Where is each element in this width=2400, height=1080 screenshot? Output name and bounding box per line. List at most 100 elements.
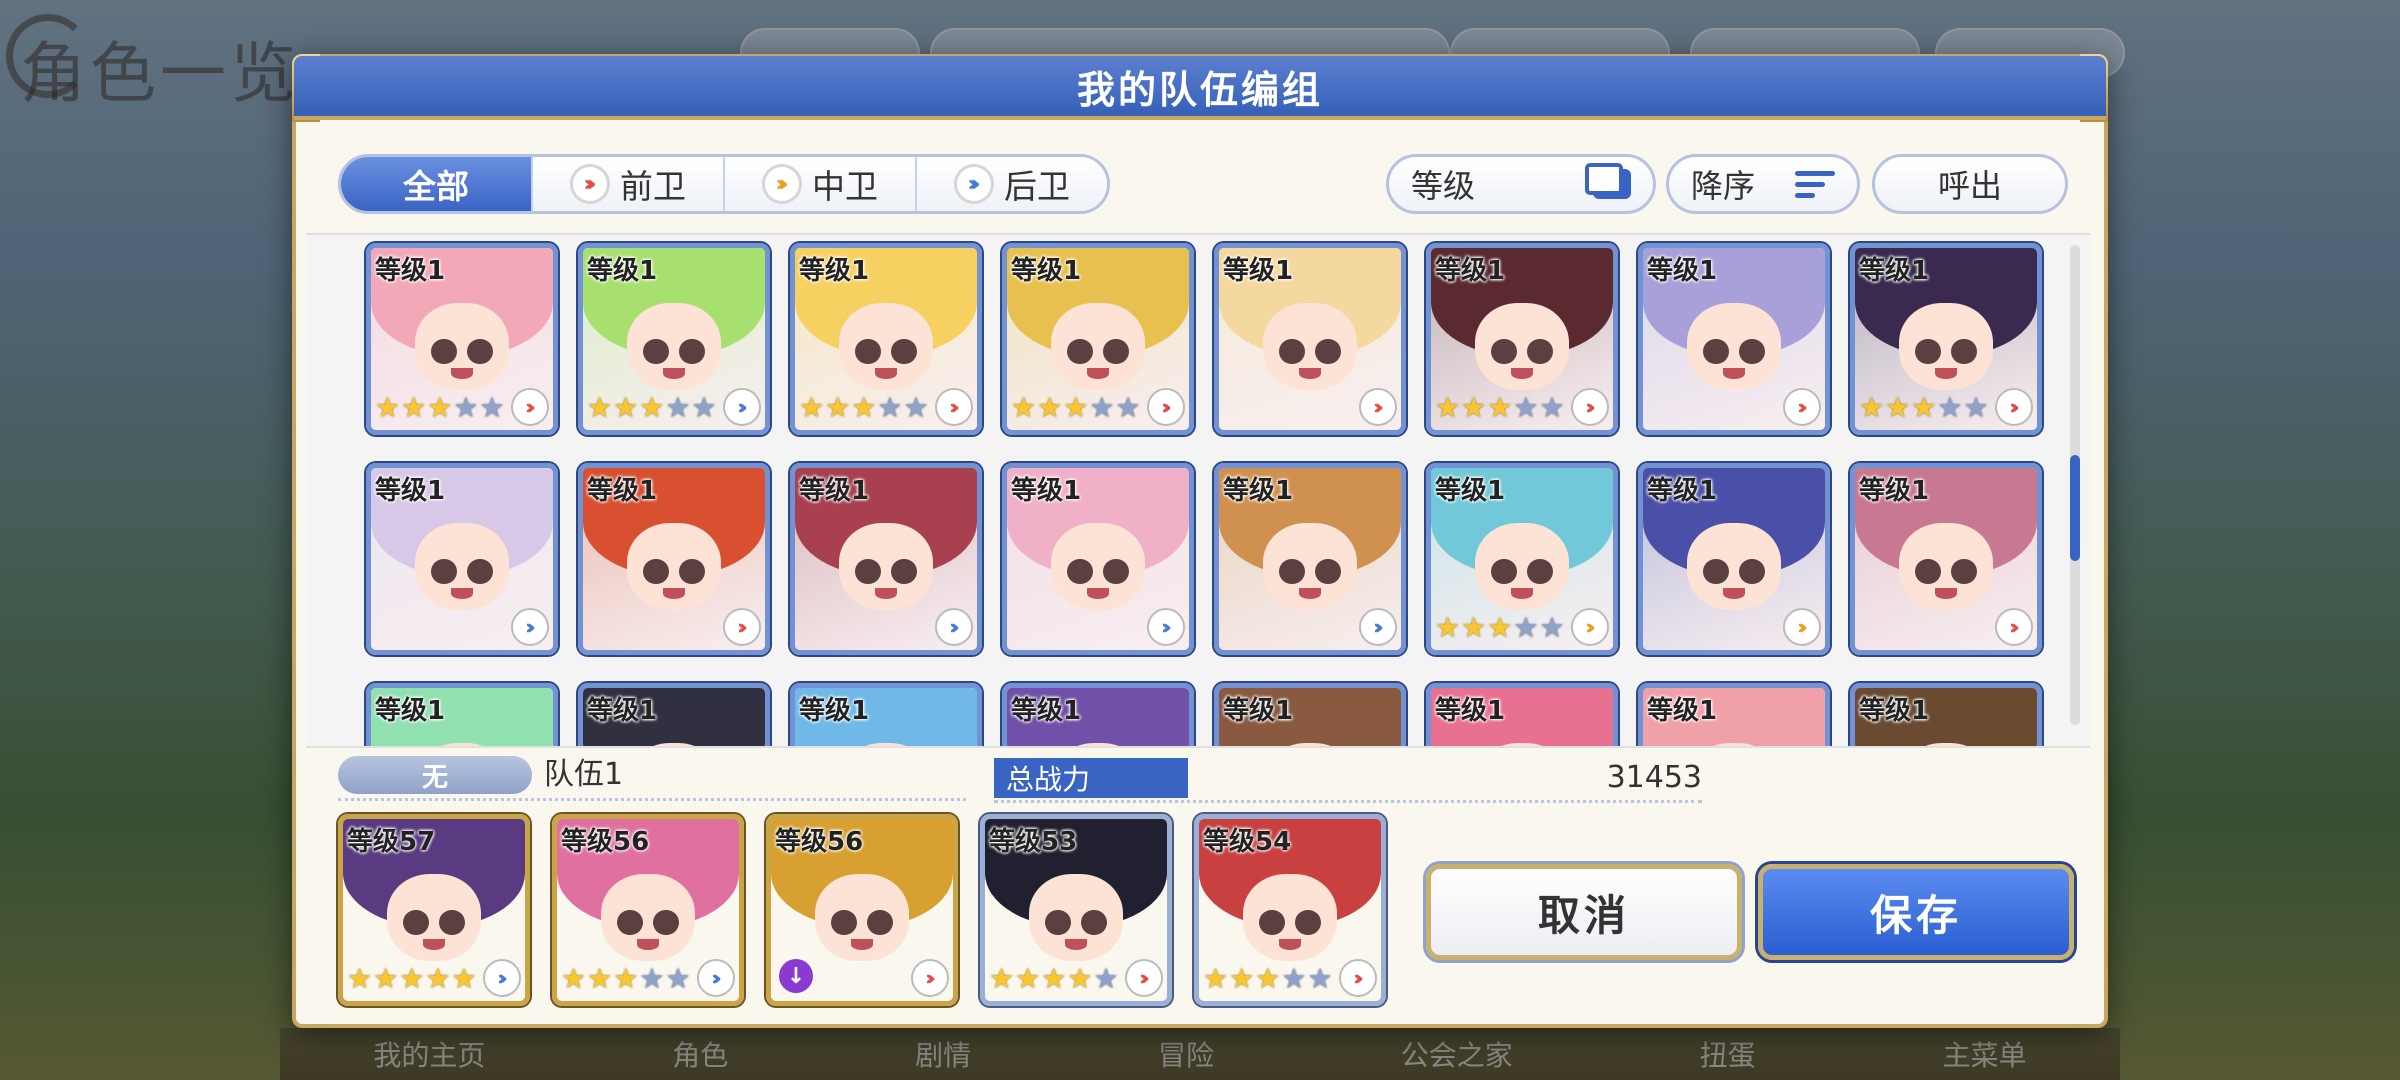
character-level: 等级1 <box>1223 696 1294 726</box>
sort-by-level-select[interactable]: 等级 <box>1386 154 1656 214</box>
character-card[interactable]: 等级1 <box>578 683 770 746</box>
star-icon: ★ <box>799 391 825 424</box>
star-icon: ★ <box>1067 962 1093 995</box>
character-level: 等级1 <box>1223 476 1294 506</box>
team-name: 队伍1 <box>544 757 624 792</box>
tab-front[interactable]: ››› 前卫 <box>533 157 725 211</box>
team-member-card[interactable]: 等级57 ★ ★ ★ ★ ★ ››› <box>338 814 530 1006</box>
tab-mid[interactable]: ››› 中卫 <box>725 157 917 211</box>
character-grid[interactable]: 等级1 ★ ★ ★ ★ ★ ››› 等级1 ★ ★ ★ ★ ★ ››› 等级1 ★ ★ ★ ★ ★ ››› 等级1 ★ ★ ★ ★… <box>306 233 2090 748</box>
tab-label: 全部 <box>403 167 469 206</box>
character-level: 等级1 <box>587 256 658 286</box>
character-card[interactable]: 等级1 <box>1214 683 1406 746</box>
character-card[interactable]: 等级1 ››› <box>1850 463 2042 655</box>
team-member-card[interactable]: 等级56 ↓ ››› <box>766 814 958 1006</box>
cancel-button[interactable]: 取消 <box>1426 864 1742 960</box>
front-role-icon: ››› <box>911 959 949 997</box>
star-icon: ★ <box>561 962 587 995</box>
character-level: 等级1 <box>799 476 870 506</box>
dialog-title: 我的队伍编组 <box>294 56 2106 120</box>
character-level: 等级1 <box>799 696 870 726</box>
star-icon: ★ <box>347 962 373 995</box>
sort-order-button[interactable]: 降序 <box>1666 154 1860 214</box>
front-role-icon: ››› <box>1571 388 1609 426</box>
front-role-icon: ››› <box>723 608 761 646</box>
front-role-icon: ››› <box>1339 959 1377 997</box>
portrait-eye <box>403 910 429 936</box>
team-member-level: 等级57 <box>347 827 436 857</box>
star-icon: ★ <box>877 391 903 424</box>
character-card[interactable]: 等级1 ››› <box>578 463 770 655</box>
character-level: 等级1 <box>799 256 870 286</box>
front-role-icon: ››› <box>1359 388 1397 426</box>
star-icon: ★ <box>1937 391 1963 424</box>
star-icon: ★ <box>613 962 639 995</box>
character-level: 等级1 <box>1011 256 1082 286</box>
character-card[interactable]: 等级1 ››› <box>1638 463 1830 655</box>
portrait-mouth <box>1087 588 1109 600</box>
grid-scrollbar-thumb[interactable] <box>2070 455 2080 561</box>
team-member-card[interactable]: 等级54 ★ ★ ★ ★ ★ ››› <box>1194 814 1386 1006</box>
save-button[interactable]: 保存 <box>1758 864 2074 960</box>
portrait-mouth <box>423 939 445 951</box>
star-icon: ★ <box>451 962 477 995</box>
character-level: 等级1 <box>1647 696 1718 726</box>
team-member-card[interactable]: 等级53 ★ ★ ★ ★ ★ ››› <box>980 814 1172 1006</box>
mid-role-icon: ››› <box>1783 608 1821 646</box>
character-card[interactable]: 等级1 ★ ★ ★ ★ ★ ››› <box>1426 243 1618 435</box>
call-button[interactable]: 呼出 <box>1872 154 2068 214</box>
portrait-eye <box>1279 339 1305 365</box>
star-icon: ★ <box>1539 611 1565 644</box>
character-card[interactable]: 等级1 ★ ★ ★ ★ ★ ››› <box>1426 463 1618 655</box>
team-member-card[interactable]: 等级56 ★ ★ ★ ★ ★ ››› <box>552 814 744 1006</box>
sort-order-label: 降序 <box>1691 167 1756 205</box>
character-card[interactable]: 等级1 ››› <box>366 463 558 655</box>
character-card[interactable]: 等级1 <box>1426 683 1618 746</box>
star-rating: ★ ★ ★ ★ ★ <box>799 394 929 422</box>
star-icon: ★ <box>1513 391 1539 424</box>
front-role-icon: ››› <box>511 388 549 426</box>
character-card[interactable]: 等级1 <box>1638 683 1830 746</box>
star-rating: ★ ★ ★ ★ ★ <box>375 394 505 422</box>
tab-back[interactable]: ››› 后卫 <box>917 157 1107 211</box>
team-member-level: 等级54 <box>1203 827 1292 857</box>
character-card[interactable]: 等级1 ››› <box>790 463 982 655</box>
character-card[interactable]: 等级1 ★ ★ ★ ★ ★ ››› <box>1002 243 1194 435</box>
star-icon: ★ <box>691 391 717 424</box>
star-icon: ★ <box>1063 391 1089 424</box>
portrait-eye <box>1279 559 1305 585</box>
star-icon: ★ <box>825 391 851 424</box>
character-card[interactable]: 等级1 <box>1850 683 2042 746</box>
team-edit-dialog: 我的队伍编组 全部 ››› 前卫 ››› 中卫 ››› 后卫 等级 降序 呼出 等级1… <box>292 54 2108 1028</box>
star-icon: ★ <box>1487 391 1513 424</box>
star-icon: ★ <box>1435 611 1461 644</box>
character-card[interactable]: 等级1 ★ ★ ★ ★ ★ ››› <box>366 243 558 435</box>
character-card[interactable]: 等级1 ››› <box>1638 243 1830 435</box>
front-role-icon: ››› <box>570 164 610 204</box>
portrait-mouth <box>1723 588 1745 600</box>
character-card[interactable]: 等级1 ››› <box>1214 243 1406 435</box>
character-card[interactable]: 等级1 ★ ★ ★ ★ ★ ››› <box>1850 243 2042 435</box>
character-card[interactable]: 等级1 ››› <box>1214 463 1406 655</box>
star-rating: ★ ★ ★ ★ ★ <box>1435 614 1565 642</box>
front-role-icon: ››› <box>1995 388 2033 426</box>
character-card[interactable]: 等级1 ★ ★ ★ ★ ★ ››› <box>790 243 982 435</box>
star-icon: ★ <box>587 962 613 995</box>
total-power-label: 总战力 <box>994 758 1188 798</box>
character-card[interactable]: 等级1 <box>790 683 982 746</box>
character-card[interactable]: 等级1 ››› <box>1002 463 1194 655</box>
tab-all[interactable]: 全部 <box>341 157 533 211</box>
character-card[interactable]: 等级1 <box>1002 683 1194 746</box>
character-card[interactable]: 等级1 <box>366 683 558 746</box>
front-role-icon: ››› <box>935 388 973 426</box>
character-level: 等级1 <box>1435 476 1506 506</box>
copy-icon <box>1585 163 1631 199</box>
star-icon: ★ <box>427 391 453 424</box>
team-tag-badge[interactable]: 无 <box>338 756 532 794</box>
portrait-mouth <box>1065 939 1087 951</box>
star-icon: ★ <box>1461 391 1487 424</box>
call-label: 呼出 <box>1937 167 2002 205</box>
portrait-eye <box>855 559 881 585</box>
star-icon: ★ <box>989 962 1015 995</box>
character-card[interactable]: 等级1 ★ ★ ★ ★ ★ ››› <box>578 243 770 435</box>
